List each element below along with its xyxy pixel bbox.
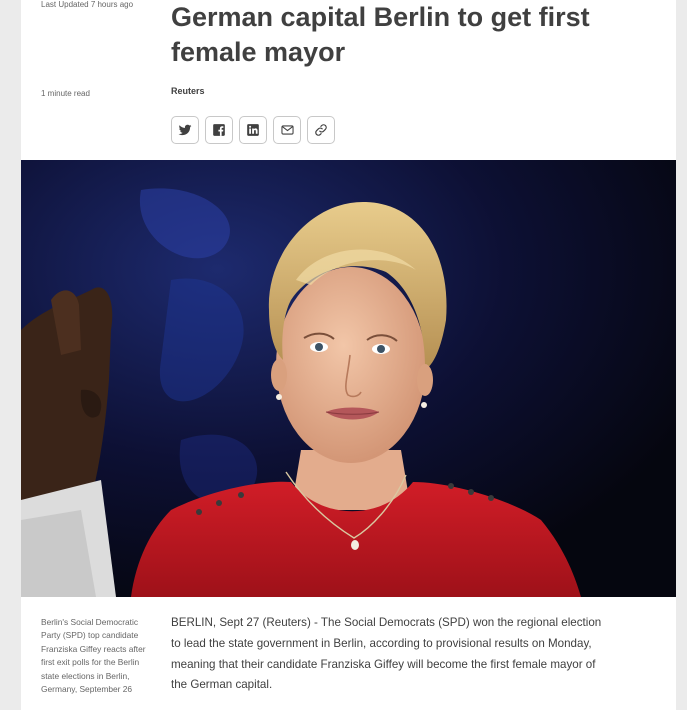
last-updated: Last Updated 7 hours ago	[41, 0, 134, 9]
email-icon	[280, 125, 294, 135]
linkedin-icon	[247, 124, 259, 136]
share-facebook-button[interactable]	[205, 116, 233, 144]
article-headline: German capital Berlin to get first femal…	[171, 2, 590, 67]
share-link-button[interactable]	[307, 116, 335, 144]
read-time: 1 minute read	[41, 89, 90, 98]
link-icon	[315, 124, 327, 136]
share-linkedin-button[interactable]	[239, 116, 267, 144]
share-bar	[171, 116, 335, 144]
share-email-button[interactable]	[273, 116, 301, 144]
share-twitter-button[interactable]	[171, 116, 199, 144]
byline-author[interactable]: Reuters	[171, 86, 205, 96]
article-body-paragraph: BERLIN, Sept 27 (Reuters) - The Social D…	[171, 616, 602, 692]
twitter-icon	[178, 124, 192, 136]
hero-photo	[21, 160, 676, 597]
article-page: Last Updated 7 hours ago German capital …	[21, 0, 676, 710]
facebook-icon	[213, 124, 225, 136]
photo-caption: Berlin's Social Democratic Party (SPD) t…	[41, 617, 146, 695]
photo-giffey	[21, 160, 676, 597]
